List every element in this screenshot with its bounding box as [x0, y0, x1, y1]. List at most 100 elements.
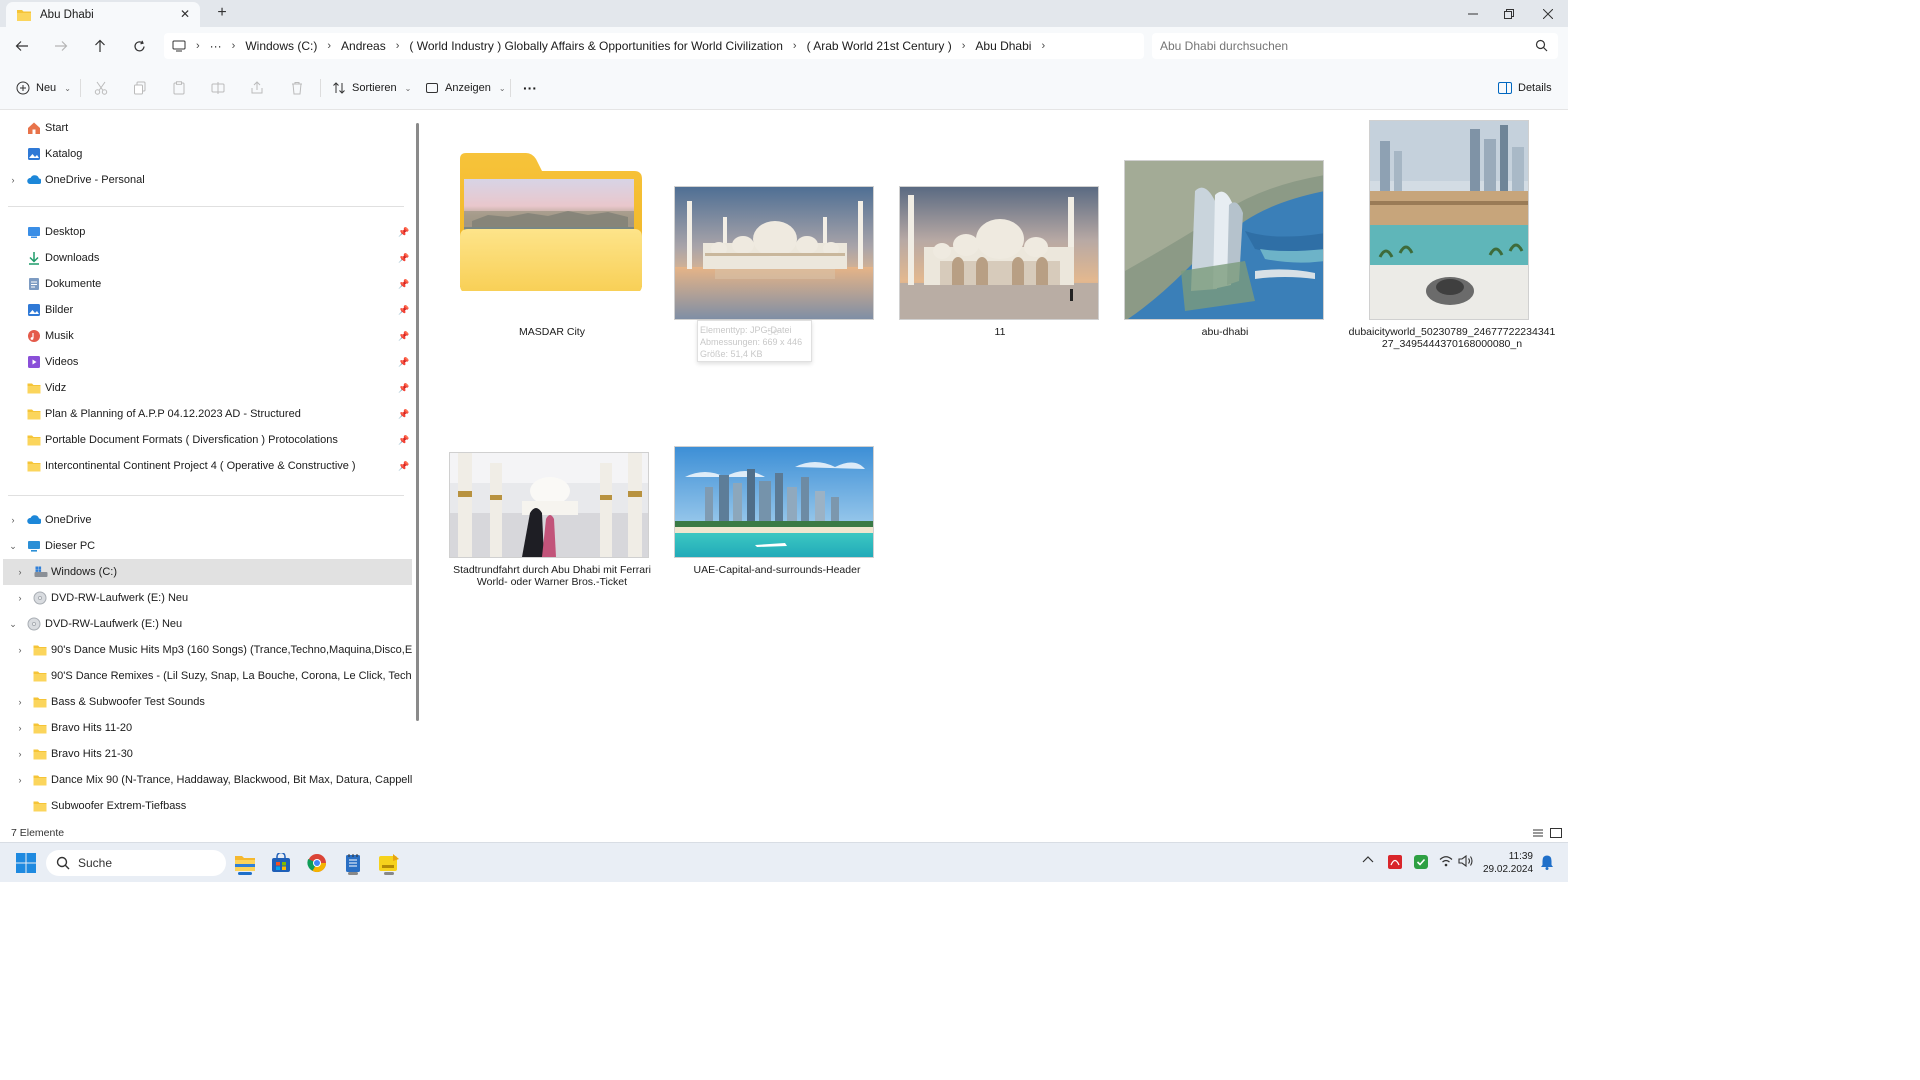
restore-button[interactable] [1491, 0, 1527, 27]
cut-button[interactable] [94, 77, 108, 99]
search-box[interactable] [1152, 33, 1558, 59]
close-window-button[interactable] [1530, 0, 1566, 27]
chevron-right-icon[interactable]: › [7, 515, 19, 525]
up-button[interactable] [88, 35, 112, 57]
pin-icon[interactable]: 📌 [398, 305, 409, 316]
breadcrumb-more[interactable]: ··· [210, 39, 222, 53]
details-button[interactable]: Details [1498, 77, 1552, 99]
address-bar[interactable]: › ··· › Windows (C:) › Andreas › ( World… [164, 33, 1144, 59]
chevron-down-icon[interactable]: ⌄ [7, 541, 19, 552]
details-view-icon[interactable] [1531, 826, 1545, 840]
sidebar-item-dvd-rw-2[interactable]: ⌄ DVD-RW-Laufwerk (E:) Neu [0, 611, 412, 637]
sidebar-item-onedrive-personal[interactable]: › OneDrive - Personal [0, 167, 412, 193]
chevron-right-icon[interactable]: › [396, 40, 400, 52]
sidebar-item-portable-documents[interactable]: Portable Document Formats ( Diversficati… [0, 427, 412, 453]
back-button[interactable] [10, 35, 34, 57]
chevron-right-icon[interactable]: › [14, 645, 26, 655]
chevron-right-icon[interactable]: › [14, 697, 26, 707]
sidebar-item-bravo-21-30[interactable]: › Bravo Hits 21-30 [0, 741, 412, 767]
scrollbar[interactable] [416, 123, 419, 721]
chevron-right-icon[interactable]: › [327, 40, 331, 52]
start-button[interactable] [12, 849, 40, 877]
new-button[interactable]: Neu ⌄ [16, 77, 71, 99]
sidebar-item-musik[interactable]: Musik 📌 [0, 323, 412, 349]
minimize-button[interactable] [1455, 0, 1491, 27]
tray-overflow-icon[interactable] [1362, 855, 1374, 868]
search-icon[interactable] [1535, 39, 1548, 52]
sidebar-item-onedrive[interactable]: › OneDrive [0, 507, 412, 533]
sidebar-item-dieser-pc[interactable]: ⌄ Dieser PC [0, 533, 412, 559]
sidebar-item-vidz[interactable]: Vidz 📌 [0, 375, 412, 401]
file-item-abu-dhabi[interactable]: abu-dhabi [1122, 159, 1332, 349]
taskbar-chrome[interactable] [303, 849, 331, 877]
chevron-right-icon[interactable]: › [962, 40, 966, 52]
taskbar-store[interactable] [267, 849, 295, 877]
sidebar-item-desktop[interactable]: Desktop 📌 [0, 219, 412, 245]
pin-icon[interactable]: 📌 [398, 383, 409, 394]
breadcrumb-windows-c[interactable]: Windows (C:) [245, 39, 317, 53]
clock[interactable]: 11:39 29.02.2024 [1483, 850, 1533, 876]
breadcrumb-arab-world[interactable]: ( Arab World 21st Century ) [807, 39, 952, 53]
chevron-right-icon[interactable]: › [14, 567, 26, 577]
file-item-stadtrundfahrt[interactable]: Stadtrundfahrt durch Abu Dhabi mit Ferra… [447, 451, 657, 601]
sidebar-item-dvd-rw-1[interactable]: › DVD-RW-Laufwerk (E:) Neu [0, 585, 412, 611]
file-item-11[interactable]: 11 [897, 185, 1107, 345]
file-item-masdar-city[interactable]: MASDAR City [447, 131, 657, 361]
close-tab-icon[interactable]: ✕ [180, 7, 190, 21]
breadcrumb-world-industry[interactable]: ( World Industry ) Globally Affairs & Op… [409, 39, 782, 53]
file-item-uae-capital[interactable]: UAE-Capital-and-surrounds-Header [672, 445, 882, 595]
delete-button[interactable] [290, 77, 304, 99]
refresh-button[interactable] [127, 35, 151, 57]
tab-abu-dhabi[interactable]: Abu Dhabi ✕ [6, 2, 200, 27]
chevron-right-icon[interactable]: › [7, 175, 19, 185]
chevron-right-icon[interactable]: › [1041, 40, 1045, 52]
wifi-icon[interactable] [1439, 855, 1453, 870]
sidebar-item-bravo-11-20[interactable]: › Bravo Hits 11-20 [0, 715, 412, 741]
tray-security-icon[interactable] [1413, 854, 1429, 873]
file-item-dubaicityworld[interactable]: dubaicityworld_50230789_2467772223434127… [1347, 119, 1557, 359]
view-button[interactable]: Anzeigen ⌄ [425, 77, 506, 99]
search-input[interactable] [1160, 39, 1520, 53]
chevron-down-icon[interactable]: ⌄ [7, 619, 19, 630]
new-tab-button[interactable]: + [212, 3, 232, 23]
pin-icon[interactable]: 📌 [398, 253, 409, 264]
sidebar-item-bass-subwoofer[interactable]: › Bass & Subwoofer Test Sounds [0, 689, 412, 715]
pin-icon[interactable]: 📌 [398, 331, 409, 342]
breadcrumb-andreas[interactable]: Andreas [341, 39, 386, 53]
share-button[interactable] [250, 77, 264, 99]
chevron-right-icon[interactable]: › [14, 593, 26, 603]
large-icons-view-icon[interactable] [1549, 826, 1563, 840]
pin-icon[interactable]: 📌 [398, 461, 409, 472]
sidebar-item-katalog[interactable]: Katalog [0, 141, 412, 167]
pin-icon[interactable]: 📌 [398, 409, 409, 420]
pin-icon[interactable]: 📌 [398, 279, 409, 290]
chevron-right-icon[interactable]: › [14, 775, 26, 785]
sidebar-item-videos[interactable]: Videos 📌 [0, 349, 412, 375]
sidebar-item-intercontinental[interactable]: Intercontinental Continent Project 4 ( O… [0, 453, 412, 479]
sort-button[interactable]: Sortieren ⌄ [332, 77, 411, 99]
sidebar-item-dokumente[interactable]: Dokumente 📌 [0, 271, 412, 297]
sidebar-item-plan[interactable]: Plan & Planning of A.P.P 04.12.2023 AD -… [0, 401, 412, 427]
sidebar-item-downloads[interactable]: Downloads 📌 [0, 245, 412, 271]
volume-icon[interactable] [1458, 854, 1474, 870]
sidebar-item-90s-dance-hits[interactable]: › 90's Dance Music Hits Mp3 (160 Songs) … [0, 637, 413, 663]
pin-icon[interactable]: 📌 [398, 357, 409, 368]
sidebar-item-start[interactable]: Start [0, 115, 412, 141]
sidebar-item-90s-dance-remixes[interactable]: 90'S Dance Remixes - (Lil Suzy, Snap, La… [0, 663, 412, 689]
rename-button[interactable] [211, 77, 225, 99]
chevron-right-icon[interactable]: › [793, 40, 797, 52]
pin-icon[interactable]: 📌 [398, 227, 409, 238]
sidebar-item-dance-mix-90[interactable]: › Dance Mix 90 (N-Trance, Haddaway, Blac… [0, 767, 413, 793]
forward-button[interactable] [49, 35, 73, 57]
taskbar-notepad[interactable] [339, 849, 367, 877]
sidebar-item-subwoofer-extrem[interactable]: Subwoofer Extrem-Tiefbass [0, 793, 412, 819]
more-options-button[interactable]: ··· [523, 77, 537, 99]
taskbar-player[interactable] [375, 849, 403, 877]
taskbar-search[interactable]: Suche [46, 850, 226, 876]
sidebar-item-bilder[interactable]: Bilder 📌 [0, 297, 412, 323]
paste-button[interactable] [172, 77, 186, 99]
breadcrumb-abu-dhabi[interactable]: Abu Dhabi [975, 39, 1031, 53]
notification-bell-icon[interactable] [1540, 854, 1554, 873]
tray-pdf-icon[interactable] [1387, 854, 1403, 873]
chevron-right-icon[interactable]: › [14, 723, 26, 733]
